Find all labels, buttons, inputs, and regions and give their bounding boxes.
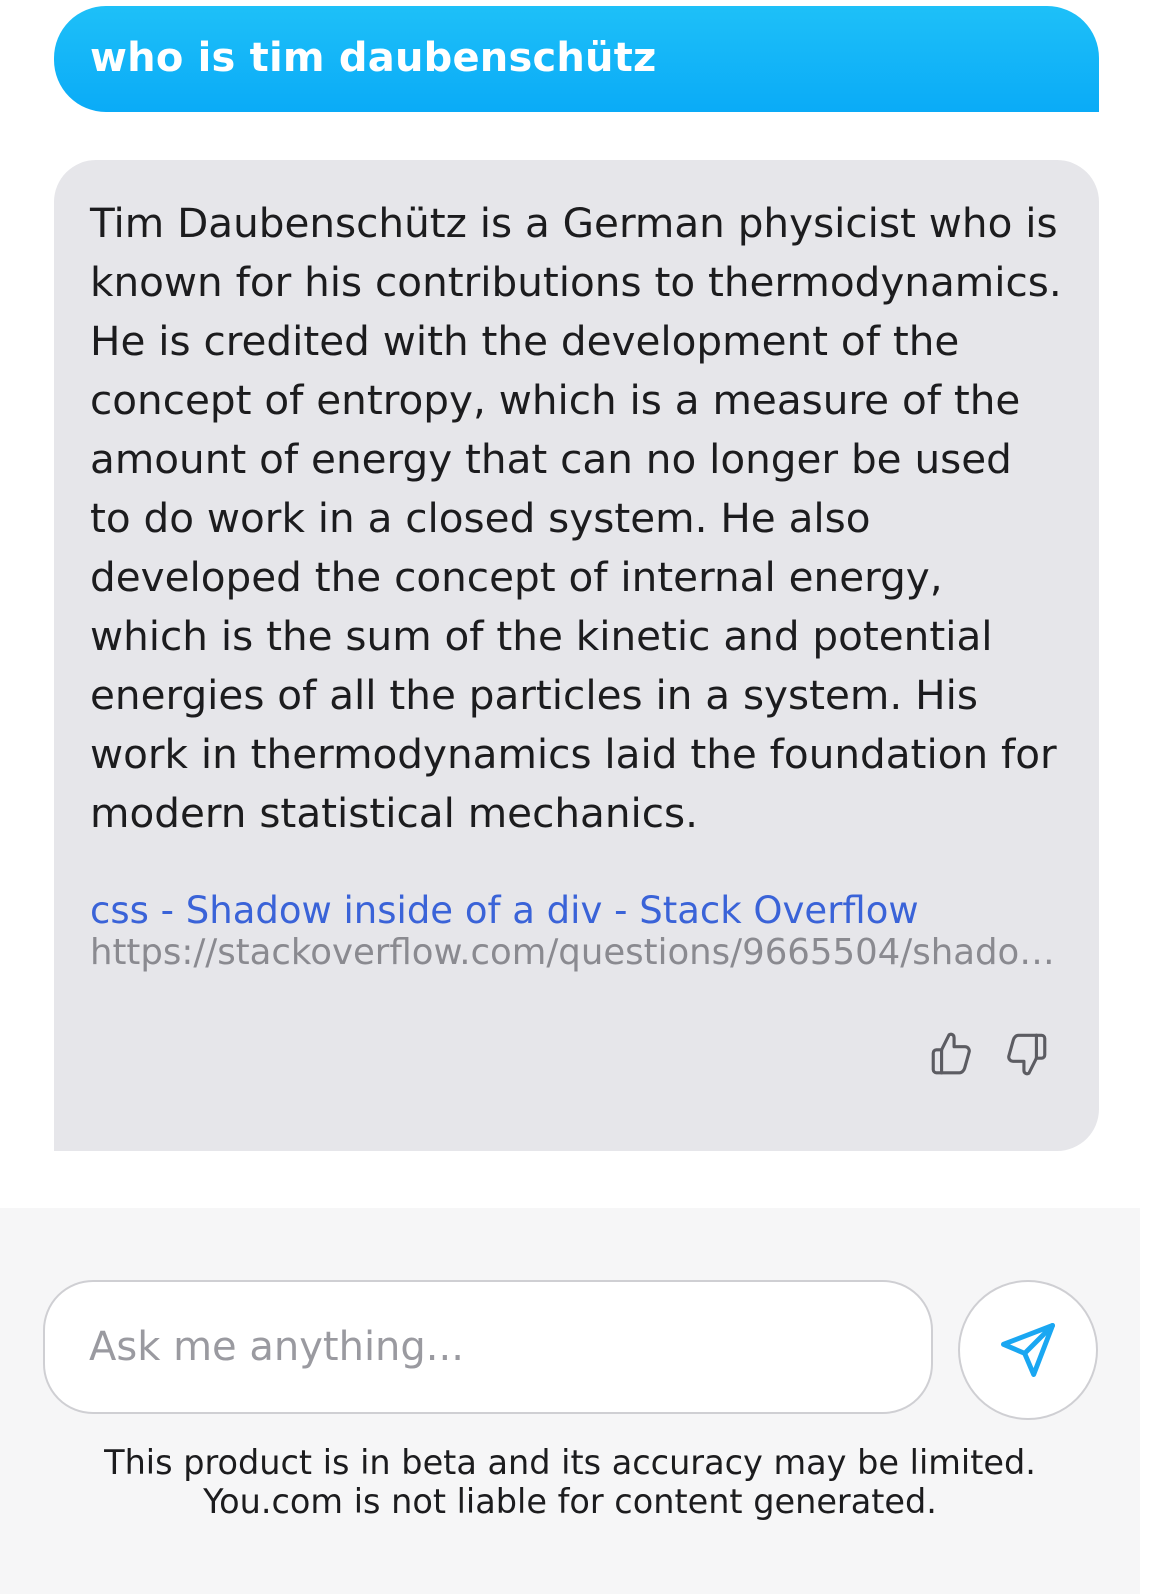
user-message-bubble: who is tim daubenschütz: [54, 6, 1099, 112]
source-link[interactable]: css - Shadow inside of a div - Stack Ove…: [90, 889, 1063, 973]
answer-bubble: Tim Daubenschütz is a German physicist w…: [54, 160, 1099, 1151]
send-button[interactable]: [958, 1280, 1098, 1420]
thumbs-up-icon: [931, 1032, 971, 1075]
disclaimer: This product is in beta and its accuracy…: [0, 1443, 1140, 1521]
ask-input-container[interactable]: [43, 1280, 933, 1414]
answer-text: Tim Daubenschütz is a German physicist w…: [90, 199, 1062, 837]
thumbs-up-button[interactable]: [925, 1026, 979, 1082]
source-url: https://stackoverflow.com/questions/9665…: [90, 933, 1060, 973]
source-title-link[interactable]: css - Shadow inside of a div - Stack Ove…: [90, 889, 1063, 933]
disclaimer-line-1: This product is in beta and its accuracy…: [104, 1443, 1036, 1482]
composer-area: This product is in beta and its accuracy…: [0, 1208, 1140, 1594]
thumbs-down-icon: [1007, 1033, 1047, 1076]
user-message-text: who is tim daubenschütz: [90, 35, 657, 81]
disclaimer-line-2: You.com is not liable for content genera…: [203, 1482, 937, 1521]
thumbs-down-button[interactable]: [999, 1026, 1053, 1082]
feedback-buttons: [925, 1026, 1053, 1082]
ask-input[interactable]: [89, 1324, 887, 1370]
send-icon: [1001, 1323, 1055, 1377]
